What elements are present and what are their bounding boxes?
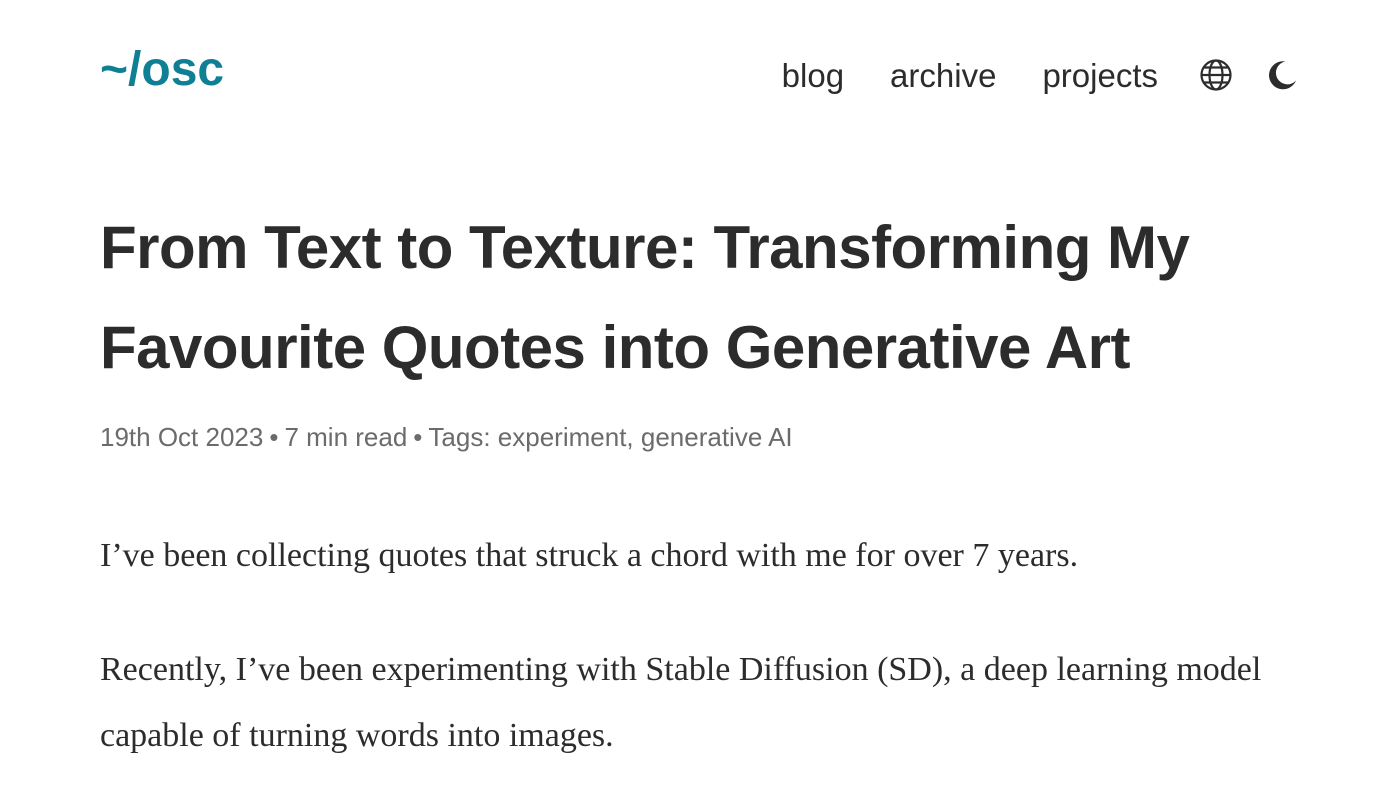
site-header: ~/osc blog archive projects	[100, 38, 1300, 110]
nav-item-archive[interactable]: archive	[890, 59, 996, 92]
article: From Text to Texture: Transforming My Fa…	[100, 198, 1300, 800]
article-title: From Text to Texture: Transforming My Fa…	[100, 214, 1190, 381]
main-nav: blog archive projects	[782, 57, 1300, 93]
article-paragraph: Recently, I’ve been experimenting with S…	[100, 651, 1262, 755]
article-date: 19th Oct 2023	[100, 422, 264, 452]
article-tags[interactable]: experiment, generative AI	[498, 422, 793, 452]
nav-item-blog[interactable]: blog	[782, 59, 844, 92]
globe-icon[interactable]	[1198, 57, 1234, 93]
article-meta: 19th Oct 2023 • 7 min read • Tags: experimen…	[100, 422, 1300, 453]
site-logo-link[interactable]: ~/osc	[100, 46, 224, 94]
article-tags-label: Tags:	[428, 422, 491, 452]
article-body: I’ve been collecting quotes that struck …	[100, 523, 1300, 769]
meta-separator: •	[413, 422, 423, 452]
nav-item-projects[interactable]: projects	[1042, 59, 1158, 92]
nav-icons	[1198, 57, 1300, 93]
article-read-time: 7 min read	[284, 422, 408, 452]
article-paragraph: I’ve been collecting quotes that struck …	[100, 537, 1079, 575]
meta-separator: •	[269, 422, 279, 452]
page: ~/osc blog archive projects From Text to…	[0, 0, 1400, 800]
moon-icon[interactable]	[1264, 57, 1300, 93]
